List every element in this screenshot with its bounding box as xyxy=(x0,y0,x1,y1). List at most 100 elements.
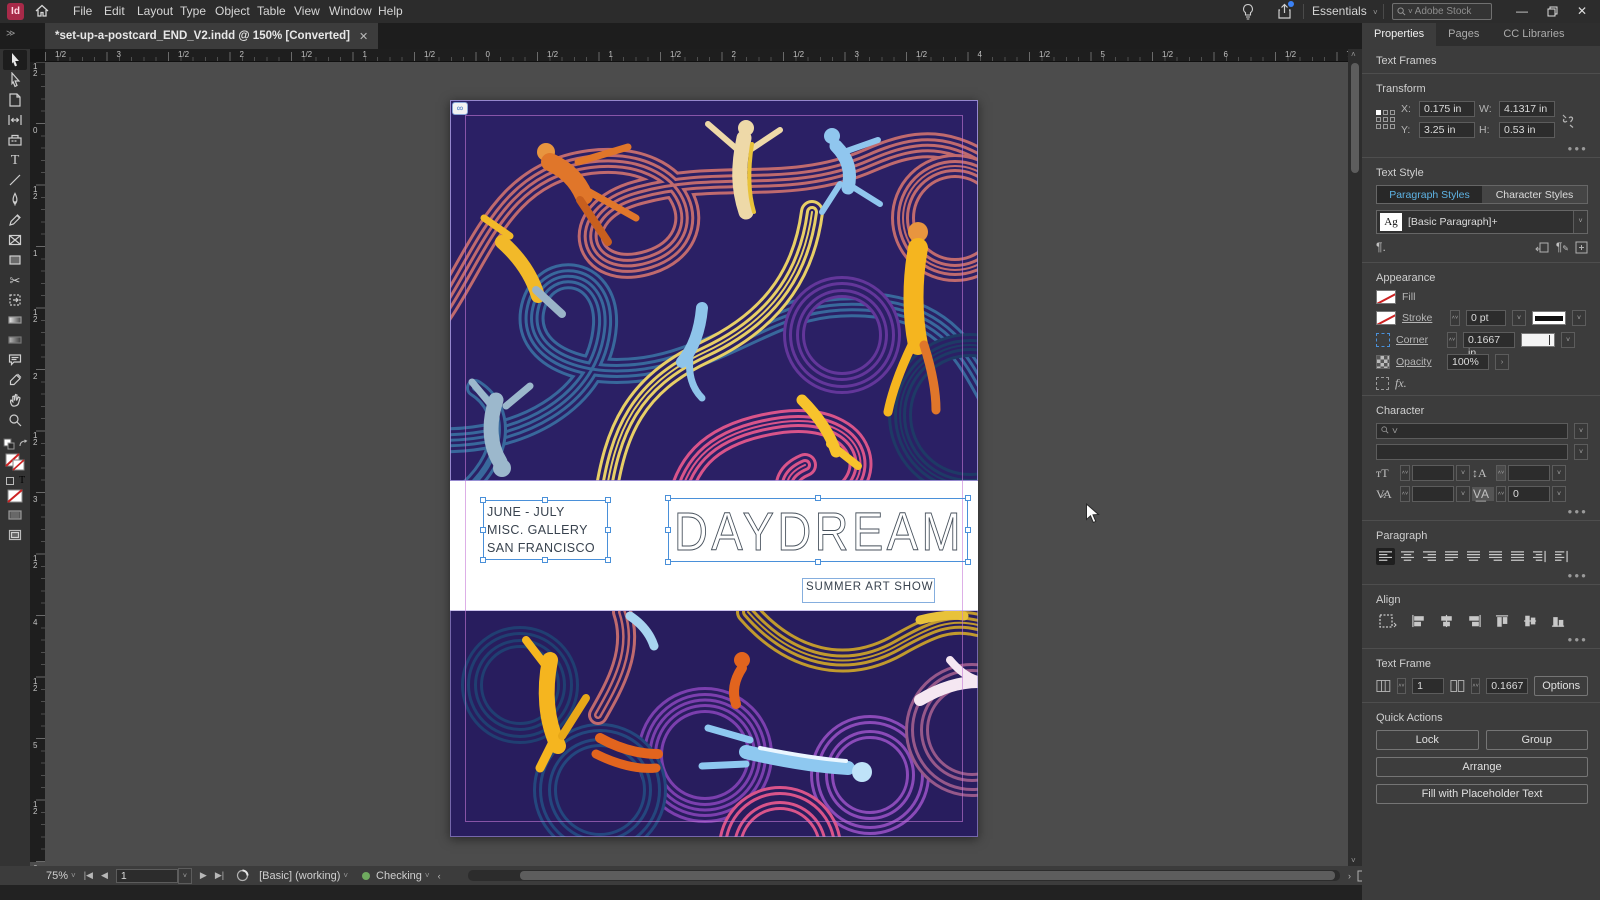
document-tab[interactable]: *set-up-a-postcard_END_V2.indd @ 150% [C… xyxy=(45,23,379,49)
tracking-field[interactable]: 0 xyxy=(1508,486,1550,502)
preflight-status[interactable]: Checking xyxy=(376,870,422,882)
horizontal-scroll-thumb[interactable] xyxy=(520,871,1335,880)
free-transform-tool[interactable] xyxy=(3,290,27,310)
zoom-level[interactable]: 75% xyxy=(46,870,68,882)
columns-field[interactable]: 1 xyxy=(1412,678,1445,694)
page-number-field[interactable]: 1 xyxy=(115,868,178,883)
font-family-dropdown[interactable]: ˅ xyxy=(1574,423,1588,439)
first-page-button[interactable]: |◀ xyxy=(84,870,93,881)
align-vertical-centers-button[interactable] xyxy=(1521,612,1540,629)
next-page-button[interactable]: ▶ xyxy=(200,870,207,881)
linked-content-badge[interactable]: ∞ xyxy=(452,102,468,115)
tools-panel-expand-icon[interactable]: ≫ xyxy=(6,28,16,39)
corner-shape-swatch[interactable] xyxy=(1521,333,1555,347)
corner-shape-dropdown[interactable]: ˅ xyxy=(1561,332,1575,348)
kerning-stepper[interactable]: ˄˅ xyxy=(1400,486,1410,502)
content-collector-tool[interactable] xyxy=(3,130,27,150)
y-field[interactable]: 3.25 in xyxy=(1419,122,1475,138)
selection-handle[interactable] xyxy=(965,559,971,565)
fill-swatch[interactable] xyxy=(1376,290,1396,304)
page-tool[interactable] xyxy=(3,90,27,110)
default-fill-stroke-icon[interactable] xyxy=(3,438,28,450)
w-field[interactable]: 4.1317 in xyxy=(1499,101,1555,117)
selection-handle[interactable] xyxy=(605,557,611,563)
hand-tool[interactable] xyxy=(3,390,27,410)
stroke-weight-dropdown[interactable]: ˅ xyxy=(1512,310,1526,326)
scissors-tool[interactable]: ✂ xyxy=(3,270,27,290)
selection-handle[interactable] xyxy=(605,497,611,503)
align-left-button[interactable] xyxy=(1376,548,1395,565)
justify-center-button[interactable] xyxy=(1464,548,1483,565)
paragraph-style-dropdown[interactable]: Ag [Basic Paragraph]+ ˅ xyxy=(1376,210,1588,234)
stroke-swatch[interactable] xyxy=(1376,311,1396,325)
tab-paragraph-styles[interactable]: Paragraph Styles xyxy=(1377,186,1482,203)
selection-handle[interactable] xyxy=(542,497,548,503)
h-field[interactable]: 0.53 in xyxy=(1499,122,1555,138)
font-style-dropdown[interactable]: ˅ xyxy=(1574,444,1588,460)
arrange-button[interactable]: Arrange xyxy=(1376,757,1588,777)
chevron-down-icon[interactable]: ˅ xyxy=(343,871,348,880)
fill-with-placeholder-text-button[interactable]: Fill with Placeholder Text xyxy=(1376,784,1588,804)
font-size-stepper[interactable]: ˄˅ xyxy=(1400,465,1410,481)
preflight-menu-icon[interactable] xyxy=(236,869,249,882)
redefine-style-icon[interactable] xyxy=(1535,241,1550,254)
preflight-profile[interactable]: [Basic] (working) xyxy=(259,870,340,882)
type-tool[interactable]: T xyxy=(3,150,27,170)
adobe-stock-search[interactable]: ˅ xyxy=(1392,3,1492,20)
kerning-field[interactable] xyxy=(1412,486,1454,502)
formatting-affects-text-icon[interactable]: T xyxy=(19,475,25,486)
selection-handle[interactable] xyxy=(480,497,486,503)
close-window-button[interactable]: ✕ xyxy=(1568,0,1596,23)
learn-lightbulb-icon[interactable] xyxy=(1240,3,1256,20)
stroke-style-swatch[interactable] xyxy=(1532,311,1566,325)
page-select-dropdown[interactable]: ˅ xyxy=(177,867,192,884)
stroke-link[interactable]: Stroke xyxy=(1402,312,1444,324)
constrain-proportions-broken-link-icon[interactable] xyxy=(1561,112,1575,128)
close-tab-icon[interactable]: ✕ xyxy=(359,30,368,43)
scroll-left-icon[interactable]: ‹ xyxy=(438,871,441,881)
opacity-link[interactable]: Opacity xyxy=(1396,356,1441,368)
leading-dropdown[interactable]: ˅ xyxy=(1552,465,1566,481)
selection-handle[interactable] xyxy=(480,527,486,533)
pen-tool[interactable] xyxy=(3,190,27,210)
restore-button[interactable] xyxy=(1538,0,1566,23)
rectangle-tool[interactable] xyxy=(3,250,27,270)
swap-fill-stroke-icon[interactable] xyxy=(18,439,28,449)
tracking-dropdown[interactable]: ˅ xyxy=(1552,486,1566,502)
fill-color-control[interactable] xyxy=(5,453,25,471)
align-bottom-edges-button[interactable] xyxy=(1549,612,1568,629)
more-options-icon[interactable]: ●●● xyxy=(1376,507,1588,516)
scroll-up-icon[interactable]: ˄ xyxy=(1351,50,1356,59)
zoom-tool[interactable] xyxy=(3,410,27,430)
indesign-logo[interactable]: Id xyxy=(7,3,24,20)
opacity-arrow[interactable]: › xyxy=(1495,354,1509,370)
font-style-field[interactable] xyxy=(1376,444,1568,460)
align-right-button[interactable] xyxy=(1420,548,1439,565)
font-family-field[interactable]: ˅ xyxy=(1376,423,1568,439)
corner-radius-field[interactable]: 0.1667 in xyxy=(1463,332,1515,359)
tracking-stepper[interactable]: ˄˅ xyxy=(1496,486,1506,502)
style-override-icon[interactable]: ¶✎ xyxy=(1556,240,1569,254)
note-tool[interactable] xyxy=(3,350,27,370)
x-field[interactable]: 0.175 in xyxy=(1419,101,1475,117)
align-top-edges-button[interactable] xyxy=(1493,612,1512,629)
more-options-icon[interactable]: ●●● xyxy=(1376,144,1588,153)
group-button[interactable]: Group xyxy=(1485,730,1588,750)
workspace-switcher[interactable]: Essentials ˅ xyxy=(1312,0,1378,23)
pencil-tool[interactable] xyxy=(3,210,27,230)
text-frame-options-button[interactable]: Options xyxy=(1534,676,1588,696)
selection-handle[interactable] xyxy=(542,557,548,563)
justify-right-button[interactable] xyxy=(1486,548,1505,565)
search-input[interactable] xyxy=(1414,6,1479,17)
chevron-down-icon[interactable]: ˅ xyxy=(71,871,76,880)
selection-handle[interactable] xyxy=(965,495,971,501)
selection-handle[interactable] xyxy=(665,559,671,565)
align-towards-spine-button[interactable] xyxy=(1530,548,1549,565)
fx-icon[interactable]: fx. xyxy=(1395,376,1407,391)
justify-all-button[interactable] xyxy=(1508,548,1527,565)
align-to-selector[interactable] xyxy=(1376,612,1400,629)
scroll-right-icon[interactable]: › xyxy=(1348,871,1351,881)
tab-character-styles[interactable]: Character Styles xyxy=(1482,186,1587,203)
postcard-info-text[interactable]: JUNE - JULY MISC. GALLERY SAN FRANCISCO xyxy=(487,503,595,557)
selection-handle[interactable] xyxy=(605,527,611,533)
